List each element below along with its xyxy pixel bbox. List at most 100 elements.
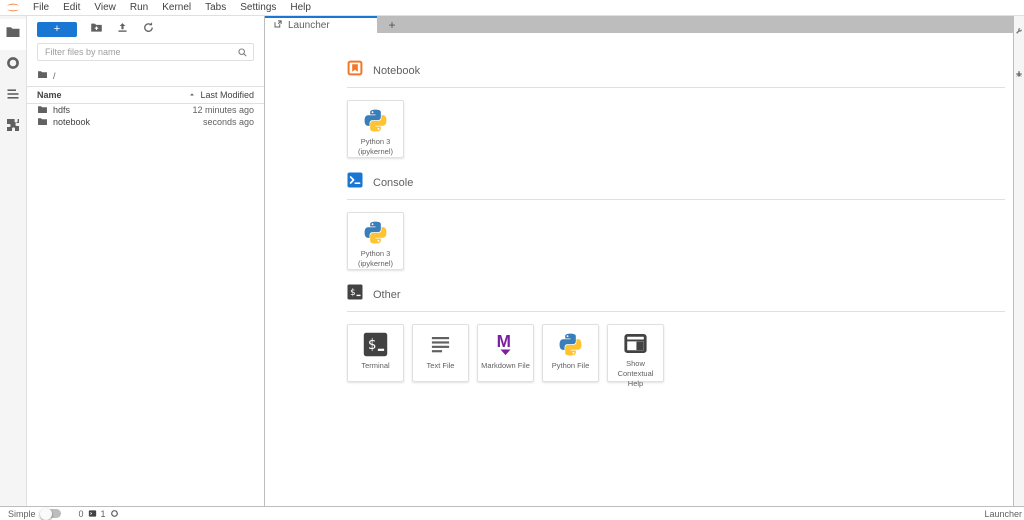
launcher-card-show-contextual-help[interactable]: Show Contextual Help bbox=[607, 324, 664, 382]
menu-item-settings[interactable]: Settings bbox=[233, 0, 283, 15]
launcher-card-label: Markdown File bbox=[479, 361, 532, 371]
menu-item-help[interactable]: Help bbox=[283, 0, 318, 15]
markdown-icon: M bbox=[493, 331, 518, 358]
file-list: hdfs 12 minutes ago notebook seconds ago bbox=[27, 104, 264, 128]
simple-mode-toggle[interactable] bbox=[41, 509, 61, 518]
kernels-terminals-indicator[interactable]: 0 1 bbox=[79, 509, 119, 519]
upload-files-button[interactable] bbox=[116, 21, 129, 37]
filter-files-input[interactable] bbox=[37, 43, 254, 61]
file-modified: seconds ago bbox=[203, 117, 254, 127]
menu-item-tabs[interactable]: Tabs bbox=[198, 0, 233, 15]
file-row-hdfs[interactable]: hdfs 12 minutes ago bbox=[27, 104, 264, 116]
launcher-section-notebook: Notebook Python 3 (ipykernel) bbox=[347, 60, 1005, 158]
sidebar-tab-property-inspector[interactable] bbox=[1015, 22, 1023, 40]
launcher-card-python-file[interactable]: Python File bbox=[542, 324, 599, 382]
sidebar-tab-running-terminals-kernels[interactable] bbox=[0, 50, 26, 81]
menu-item-run[interactable]: Run bbox=[123, 0, 155, 15]
launcher-card-text-file[interactable]: Text File bbox=[412, 324, 469, 382]
launcher-card-terminal[interactable]: $ Terminal bbox=[347, 324, 404, 382]
folder-icon bbox=[37, 69, 48, 82]
menu-bar: FileEditViewRunKernelTabsSettingsHelp bbox=[0, 0, 1024, 16]
breadcrumb[interactable]: / bbox=[27, 66, 264, 86]
menu-item-view[interactable]: View bbox=[87, 0, 123, 15]
new-folder-button[interactable] bbox=[90, 21, 103, 37]
file-name: hdfs bbox=[53, 105, 70, 115]
last-modified-column-header[interactable]: Last Modified bbox=[200, 90, 254, 100]
search-icon bbox=[237, 47, 248, 60]
card-row: Python 3 (ipykernel) bbox=[347, 100, 1005, 158]
kernel-status-icon bbox=[110, 509, 119, 518]
status-bar: Simple 0 1 Launcher bbox=[0, 506, 1024, 520]
launcher-card-label: Python File bbox=[550, 361, 592, 371]
bug-icon bbox=[1015, 65, 1023, 83]
section-title: Other bbox=[373, 289, 401, 301]
sort-ascending-icon bbox=[188, 91, 196, 99]
new-tab-button[interactable]: + bbox=[377, 16, 407, 33]
folder-icon bbox=[5, 24, 21, 45]
terminals-count: 0 bbox=[79, 509, 84, 519]
card-row: $ Terminal Text File M Markdown File Python F… bbox=[347, 324, 1005, 382]
dock-panel: Launcher + NotebookPython 3 (ipykernel)C… bbox=[265, 16, 1013, 506]
new-folder-icon bbox=[90, 21, 103, 37]
sidebar-tab-debugger[interactable] bbox=[1015, 65, 1023, 83]
text-file-icon bbox=[428, 331, 453, 358]
console-icon bbox=[347, 172, 363, 193]
file-browser-toolbar: + bbox=[27, 16, 264, 40]
terminal-status-icon bbox=[88, 509, 97, 518]
upload-icon bbox=[116, 21, 129, 37]
launcher-section-console: Console Python 3 (ipykernel) bbox=[347, 172, 1005, 270]
tab-launcher[interactable]: Launcher bbox=[265, 16, 377, 33]
notebook-icon bbox=[347, 60, 363, 81]
main-area: + / Name Last Modified hdfs 12 minutes ag… bbox=[0, 16, 1024, 506]
new-launcher-button[interactable]: + bbox=[37, 22, 77, 37]
launcher-card-label: Python 3 (ipykernel) bbox=[348, 137, 403, 157]
breadcrumb-path: / bbox=[53, 71, 56, 81]
svg-text:$: $ bbox=[350, 288, 355, 298]
sidebar-tab-file-browser[interactable] bbox=[0, 19, 26, 50]
launcher-card-label: Python 3 (ipykernel) bbox=[348, 249, 403, 269]
current-activity-label: Launcher bbox=[984, 509, 1022, 519]
left-activity-bar bbox=[0, 16, 27, 506]
launcher-card-markdown-file[interactable]: M Markdown File bbox=[477, 324, 534, 382]
folder-icon bbox=[37, 116, 48, 129]
section-header: Console bbox=[347, 172, 1005, 200]
sidebar-tab-extension-manager[interactable] bbox=[0, 112, 26, 143]
toggle-knob bbox=[40, 508, 52, 520]
refresh-file-list-button[interactable] bbox=[142, 21, 155, 37]
file-filter bbox=[37, 43, 254, 61]
running-circle-icon bbox=[5, 55, 21, 76]
file-name: notebook bbox=[53, 117, 90, 127]
launcher-card-python-3-ipykernel[interactable]: Python 3 (ipykernel) bbox=[347, 100, 404, 158]
menu-item-file[interactable]: File bbox=[26, 0, 56, 15]
launcher-card-label: Terminal bbox=[359, 361, 391, 371]
menu-items: FileEditViewRunKernelTabsSettingsHelp bbox=[26, 0, 318, 15]
file-list-header[interactable]: Name Last Modified bbox=[27, 86, 264, 104]
file-browser-tool-buttons bbox=[90, 21, 155, 37]
menu-item-edit[interactable]: Edit bbox=[56, 0, 87, 15]
tab-label: Launcher bbox=[288, 20, 330, 31]
file-modified: 12 minutes ago bbox=[192, 105, 254, 115]
right-activity-bar bbox=[1013, 16, 1024, 506]
refresh-icon bbox=[142, 21, 155, 37]
section-title: Console bbox=[373, 177, 413, 189]
file-row-notebook[interactable]: notebook seconds ago bbox=[27, 116, 264, 128]
svg-text:$: $ bbox=[368, 337, 376, 353]
wrench-icon bbox=[1015, 22, 1023, 40]
name-column-header[interactable]: Name bbox=[37, 90, 188, 100]
jupyter-logo-icon bbox=[0, 2, 26, 13]
list-icon bbox=[5, 86, 21, 107]
launcher-card-python-3-ipykernel[interactable]: Python 3 (ipykernel) bbox=[347, 212, 404, 270]
launcher-tab-icon bbox=[273, 19, 283, 32]
launcher-sections: Notebook Python 3 (ipykernel) Console Pytho… bbox=[347, 60, 1005, 382]
launcher-body: Notebook Python 3 (ipykernel) Console Pytho… bbox=[265, 33, 1013, 506]
section-header: Notebook bbox=[347, 60, 1005, 88]
terminal-icon: $ bbox=[347, 284, 363, 305]
terminal-icon: $ bbox=[363, 331, 388, 358]
dock-tabs: Launcher bbox=[265, 16, 377, 33]
kernels-count: 1 bbox=[101, 509, 106, 519]
section-header: $ Other bbox=[347, 284, 1005, 312]
sidebar-tab-table-of-contents[interactable] bbox=[0, 81, 26, 112]
python-icon bbox=[558, 331, 583, 358]
menu-item-kernel[interactable]: Kernel bbox=[155, 0, 198, 15]
card-row: Python 3 (ipykernel) bbox=[347, 212, 1005, 270]
